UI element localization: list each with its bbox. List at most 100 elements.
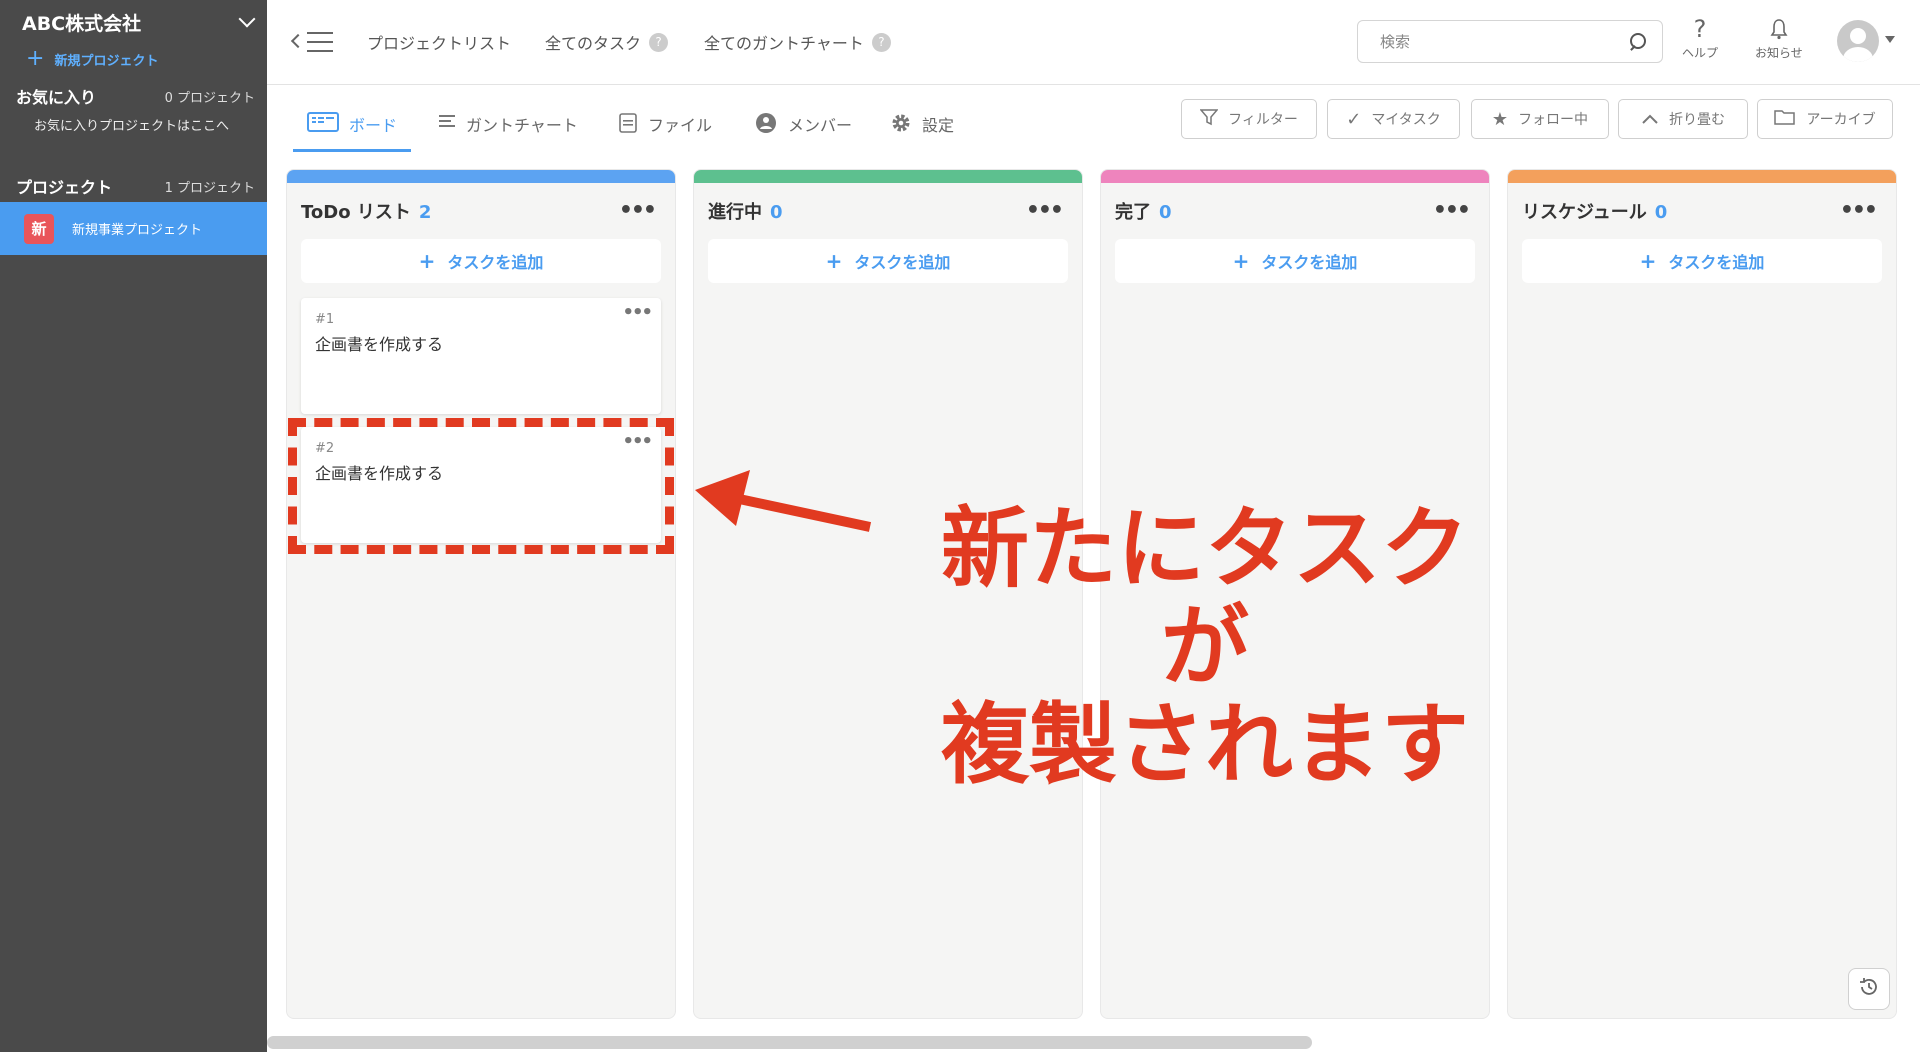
menu-line [307,32,333,34]
plus-icon: + [26,46,45,71]
column-color-bar [1101,170,1489,183]
add-task-button[interactable]: + タスクを追加 [1115,239,1475,283]
help-button[interactable]: ? ヘルプ [1682,14,1718,61]
add-task-button[interactable]: + タスクを追加 [301,239,661,283]
tab-members[interactable]: メンバー [754,112,852,152]
check-icon: ✓ [1346,108,1362,130]
menu-line [307,41,333,43]
user-avatar[interactable] [1837,20,1879,62]
top-bar: プロジェクトリスト 全てのタスク ? 全てのガントチャート ? ? ヘルプ お知… [267,0,1920,85]
column-count: 2 [418,202,432,223]
search-icon[interactable] [1629,33,1646,50]
plus-icon: + [825,249,843,273]
file-icon [618,112,638,138]
tab-settings[interactable]: 設定 [890,112,954,152]
column-header: 完了 0 ••• [1101,183,1489,239]
org-name: ABC株式会社 [22,12,142,35]
project-badge: 新 [24,213,54,244]
favorites-title: お気に入り [16,88,97,107]
collapse-button[interactable]: 折り畳む [1618,99,1748,139]
tab-gantt[interactable]: ガントチャート [438,112,578,152]
archive-label: アーカイブ [1806,112,1876,128]
card-more-icon[interactable]: ••• [622,304,652,322]
horizontal-scrollbar[interactable] [267,1036,1312,1049]
favorites-count: 0 プロジェクト [164,90,255,106]
following-button[interactable]: ★ フォロー中 [1471,99,1609,139]
more-icon[interactable]: ••• [619,200,657,222]
filter-icon [1199,108,1219,131]
column-reschedule: リスケジュール 0 ••• + タスクを追加 [1508,170,1896,1018]
folder-icon [1774,108,1796,131]
gear-icon [890,112,912,138]
column-title: ToDo リスト 2 [301,202,432,223]
org-switcher[interactable]: ABC株式会社 [0,0,267,44]
nav-all-tasks[interactable]: 全てのタスク ? [545,30,669,54]
notifications-button[interactable]: お知らせ [1755,14,1803,61]
highlight-dashed-box [288,418,674,554]
plus-icon: + [418,249,436,273]
search-box[interactable] [1357,20,1663,63]
arrow-left-icon [290,33,306,49]
column-count: 0 [1159,202,1172,223]
chevron-up-icon [1641,109,1659,130]
task-card[interactable]: #1 企画書を作成する ••• [301,298,661,414]
filter-button[interactable]: フィルター [1181,99,1317,139]
projects-count: 1 プロジェクト [164,180,255,196]
more-icon[interactable]: ••• [1433,200,1471,222]
column-todo: ToDo リスト 2 ••• + タスクを追加 #1 企画書を作成する ••• #2… [287,170,675,1018]
tab-settings-label: 設定 [922,116,955,135]
help-question-icon[interactable]: ? [871,32,891,52]
tab-members-label: メンバー [788,116,853,135]
my-tasks-button[interactable]: ✓ マイタスク [1327,99,1460,139]
add-task-button[interactable]: + タスクを追加 [708,239,1068,283]
column-header: リスケジュール 0 ••• [1508,183,1896,239]
following-label: フォロー中 [1518,112,1589,128]
more-icon[interactable]: ••• [1026,200,1064,222]
favorites-header: お気に入り 0 プロジェクト [0,82,267,110]
avatar-body [1843,47,1873,62]
nav-all-tasks-label: 全てのタスク [545,34,642,53]
annotation-line1: 新たにタスクが [940,497,1469,698]
task-number: #1 [315,312,335,327]
tab-board[interactable]: ボード [293,112,412,152]
view-toolbar: ボード ガントチャート ファイル メンバー 設定 フィルター ✓ マイタスク ★ [267,86,1920,156]
annotation-line2: 複製されます [940,693,1469,796]
sidebar-item-project[interactable]: 新 新規事業プロジェクト [0,202,267,255]
list-lines-icon [438,112,456,134]
plus-icon: + [1232,249,1250,273]
menu-toggle-button[interactable] [289,22,337,62]
filter-label: フィルター [1228,112,1298,128]
archive-button[interactable]: アーカイブ [1757,99,1893,139]
projects-title: プロジェクト [16,178,113,197]
column-title: 完了 0 [1115,202,1172,223]
new-project-label: 新規プロジェクト [54,53,159,69]
annotation-arrow-icon [695,470,872,532]
column-count: 0 [1654,202,1668,223]
sidebar: ABC株式会社 + 新規プロジェクト お気に入り 0 プロジェクト お気に入りプ… [0,0,267,1052]
nav-project-list-label: プロジェクトリスト [367,34,512,53]
avatar-head [1850,28,1866,44]
new-project-button[interactable]: + 新規プロジェクト [0,44,267,74]
history-button[interactable] [1848,968,1890,1010]
nav-project-list[interactable]: プロジェクトリスト [367,30,511,54]
more-icon[interactable]: ••• [1840,200,1878,222]
star-icon: ★ [1491,108,1509,130]
caret-down-icon[interactable] [1885,36,1895,43]
collapse-label: 折り畳む [1669,112,1725,128]
help-label: ヘルプ [1682,46,1719,60]
chevron-down-icon[interactable] [238,10,256,28]
annotation-text: 新たにタスクが 複製されます [905,500,1505,794]
search-input[interactable] [1380,32,1629,51]
history-icon [1857,975,1881,1003]
column-title: 進行中 0 [708,202,783,223]
add-task-button[interactable]: + タスクを追加 [1522,239,1882,283]
tab-files-label: ファイル [648,116,713,135]
nav-all-gantt[interactable]: 全てのガントチャート ? [704,30,891,54]
help-question-icon[interactable]: ? [649,32,669,52]
board-icon [307,112,339,136]
tab-files[interactable]: ファイル [618,112,712,152]
task-title: 企画書を作成する [315,335,444,354]
column-color-bar [1508,170,1896,183]
column-header: 進行中 0 ••• [694,183,1082,239]
favorites-empty-text: お気に入りプロジェクトはここへ [34,119,230,134]
